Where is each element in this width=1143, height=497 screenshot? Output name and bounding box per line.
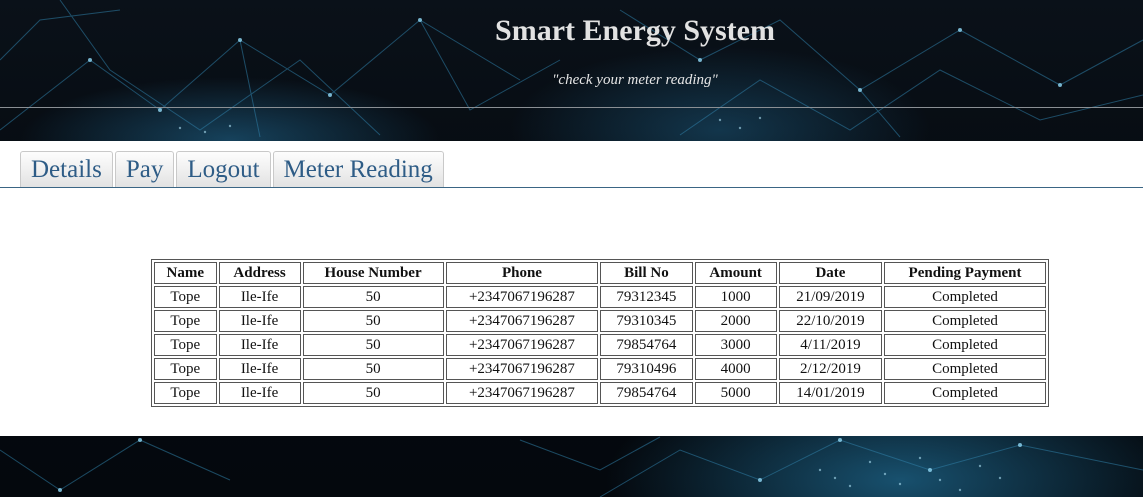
tab-details[interactable]: Details	[20, 151, 113, 188]
table-cell: +2347067196287	[445, 358, 599, 380]
table-cell: 79854764	[600, 334, 693, 356]
table-cell: Tope	[154, 310, 217, 332]
table-cell: +2347067196287	[445, 334, 599, 356]
table-row: Tope Ile-Ife 50 +2347067196287 79854764 …	[154, 382, 1046, 404]
table-cell: 4/11/2019	[778, 334, 883, 356]
table-cell: 79310496	[600, 358, 693, 380]
column-header: Phone	[445, 262, 599, 284]
table-cell: Ile-Ife	[218, 286, 301, 308]
table-cell: Ile-Ife	[218, 382, 301, 404]
table-row: Tope Ile-Ife 50 +2347067196287 79310345 …	[154, 310, 1046, 332]
table-cell: 1000	[694, 286, 777, 308]
column-header: House Number	[302, 262, 444, 284]
content-panel: Details Pay Logout Meter Reading Name Ad…	[0, 141, 1143, 436]
table-cell: 22/10/2019	[778, 310, 883, 332]
table-cell: Tope	[154, 382, 217, 404]
table-row: Tope Ile-Ife 50 +2347067196287 79310496 …	[154, 358, 1046, 380]
table-cell: Completed	[884, 382, 1046, 404]
table-cell: Tope	[154, 358, 217, 380]
column-header: Date	[778, 262, 883, 284]
table-cell: 14/01/2019	[778, 382, 883, 404]
column-header: Bill No	[600, 262, 693, 284]
table-cell: +2347067196287	[445, 286, 599, 308]
table-row: Tope Ile-Ife 50 +2347067196287 79854764 …	[154, 334, 1046, 356]
table-header-row: Name Address House Number Phone Bill No …	[154, 262, 1046, 284]
table-cell: 50	[302, 310, 444, 332]
table-cell: 50	[302, 358, 444, 380]
table-cell: 5000	[694, 382, 777, 404]
billing-table: Name Address House Number Phone Bill No …	[151, 259, 1049, 407]
site-header: Smart Energy System "check your meter re…	[0, 0, 1143, 140]
table-cell: 50	[302, 286, 444, 308]
column-header: Name	[154, 262, 217, 284]
tabs-divider	[0, 187, 1143, 188]
table-cell: Ile-Ife	[218, 310, 301, 332]
table-cell: 4000	[694, 358, 777, 380]
site-title: Smart Energy System	[495, 14, 775, 47]
table-cell: Tope	[154, 334, 217, 356]
table-cell: 2000	[694, 310, 777, 332]
table-cell: +2347067196287	[445, 382, 599, 404]
table-cell: 21/09/2019	[778, 286, 883, 308]
table-cell: Ile-Ife	[218, 334, 301, 356]
column-header: Pending Payment	[884, 262, 1046, 284]
header-divider	[0, 107, 1143, 108]
table-cell: Completed	[884, 286, 1046, 308]
table-cell: 50	[302, 334, 444, 356]
tab-meter-reading[interactable]: Meter Reading	[272, 151, 444, 188]
table-cell: 79312345	[600, 286, 693, 308]
table-cell: 79854764	[600, 382, 693, 404]
table-cell: Ile-Ife	[218, 358, 301, 380]
table-cell: Completed	[884, 334, 1046, 356]
column-header: Address	[218, 262, 301, 284]
tab-logout[interactable]: Logout	[176, 151, 271, 188]
table-cell: +2347067196287	[445, 310, 599, 332]
site-subtitle: "check your meter reading"	[552, 72, 718, 88]
table-cell: 50	[302, 382, 444, 404]
column-header: Amount	[694, 262, 777, 284]
table-cell: Completed	[884, 310, 1046, 332]
table-row: Tope Ile-Ife 50 +2347067196287 79312345 …	[154, 286, 1046, 308]
table-cell: Completed	[884, 358, 1046, 380]
table-cell: 2/12/2019	[778, 358, 883, 380]
tab-pay[interactable]: Pay	[114, 151, 175, 188]
table-cell: 3000	[694, 334, 777, 356]
table-cell: Tope	[154, 286, 217, 308]
nav-tabs: Details Pay Logout Meter Reading	[20, 151, 446, 188]
table-cell: 79310345	[600, 310, 693, 332]
